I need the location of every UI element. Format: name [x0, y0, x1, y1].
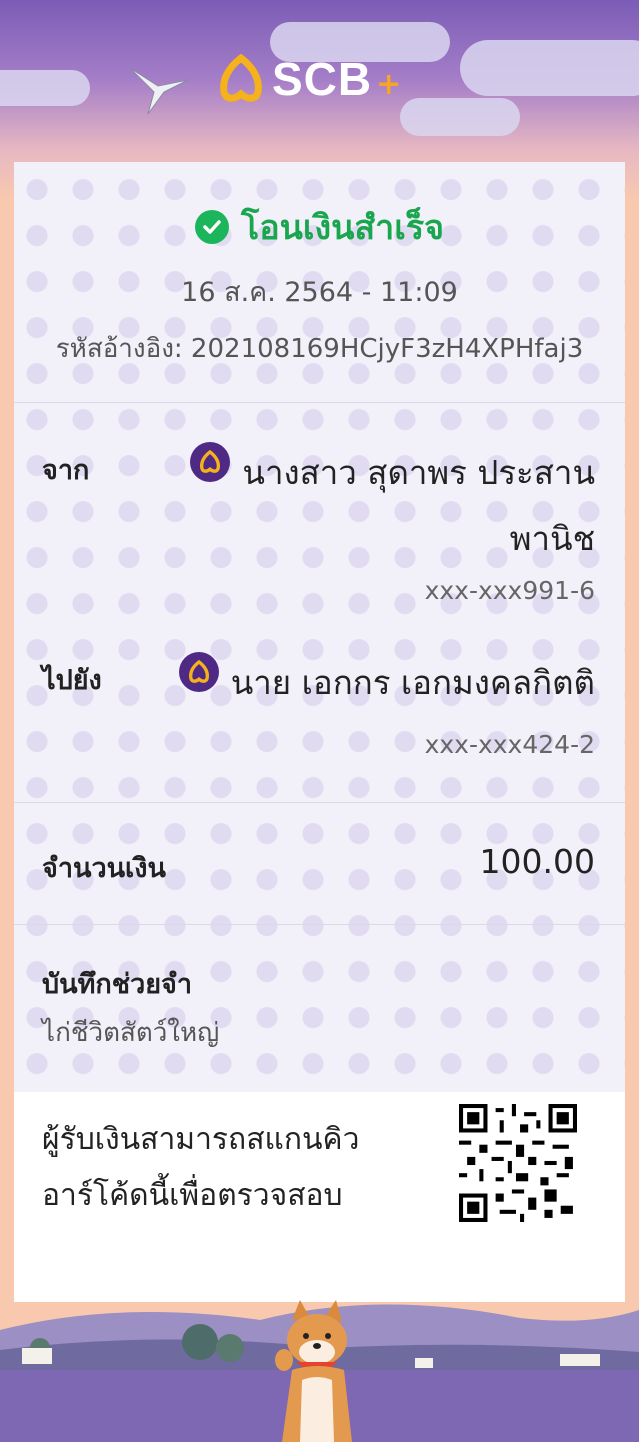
- scb-logo: SCB +: [218, 52, 401, 106]
- to-label: ไปยัง: [42, 665, 102, 696]
- cloud: [460, 40, 639, 96]
- qr-code[interactable]: [459, 1104, 577, 1222]
- memo-label: บันทึกช่วยจำ: [42, 969, 193, 1000]
- to-account: xxx-xxx424-2: [424, 730, 595, 759]
- from-name: นางสาว สุดาพร ประสาน พานิช: [242, 440, 595, 572]
- qr-instruction: ผู้รับเงินสามารถสแกนคิว อาร์โค้ดนี้เพื่อ…: [42, 1112, 422, 1224]
- divider: [14, 402, 625, 403]
- status-row: โอนเงินสำเร็จ: [14, 200, 625, 254]
- cloud: [0, 70, 90, 106]
- amount-label: จำนวนเงิน: [42, 853, 166, 884]
- qr-instruction-line1: ผู้รับเงินสามารถสแกนคิว: [42, 1122, 360, 1157]
- qr-section: ผู้รับเงินสามารถสแกนคิว อาร์โค้ดนี้เพื่อ…: [14, 1092, 625, 1302]
- status-title: โอนเงินสำเร็จ: [240, 208, 445, 248]
- from-account: xxx-xxx991-6: [424, 576, 595, 605]
- bird-icon: [129, 67, 189, 115]
- from-label: จาก: [42, 455, 90, 486]
- scb-bank-icon: [178, 652, 219, 692]
- divider: [14, 924, 625, 925]
- qr-instruction-line2: อาร์โค้ดนี้เพื่อตรวจสอบ: [42, 1178, 343, 1213]
- to-name: นาย เอกกร เอกมงคลกิตติ: [230, 663, 595, 702]
- scb-bell-icon: [220, 54, 262, 102]
- divider: [14, 802, 625, 803]
- memo-value: ไก่ชีวิตสัตว์ใหญ่: [42, 1018, 220, 1048]
- brand-plus: +: [376, 66, 402, 102]
- brand-name: SCB: [272, 53, 373, 105]
- reference-number: รหัสอ้างอิง: 202108169HCjyF3zH4XPHfaj3: [55, 334, 584, 364]
- from-name-line1: นางสาว สุดาพร ประสาน: [242, 453, 595, 492]
- from-name-line2: พานิช: [509, 519, 595, 558]
- cloud: [400, 98, 520, 136]
- from-party: นางสาว สุดาพร ประสาน พานิช: [190, 440, 595, 572]
- amount-value: 100.00: [479, 842, 595, 881]
- scb-bank-icon: [190, 442, 231, 482]
- check-circle-icon: [194, 210, 229, 244]
- shiba-dog-mascot: [275, 1300, 352, 1442]
- receipt-card: โอนเงินสำเร็จ 16 ส.ค. 2564 - 11:09 รหัสอ…: [14, 162, 625, 1302]
- transaction-datetime: 16 ส.ค. 2564 - 11:09: [181, 277, 458, 308]
- to-party: นาย เอกกร เอกมงคลกิตติ: [178, 650, 595, 716]
